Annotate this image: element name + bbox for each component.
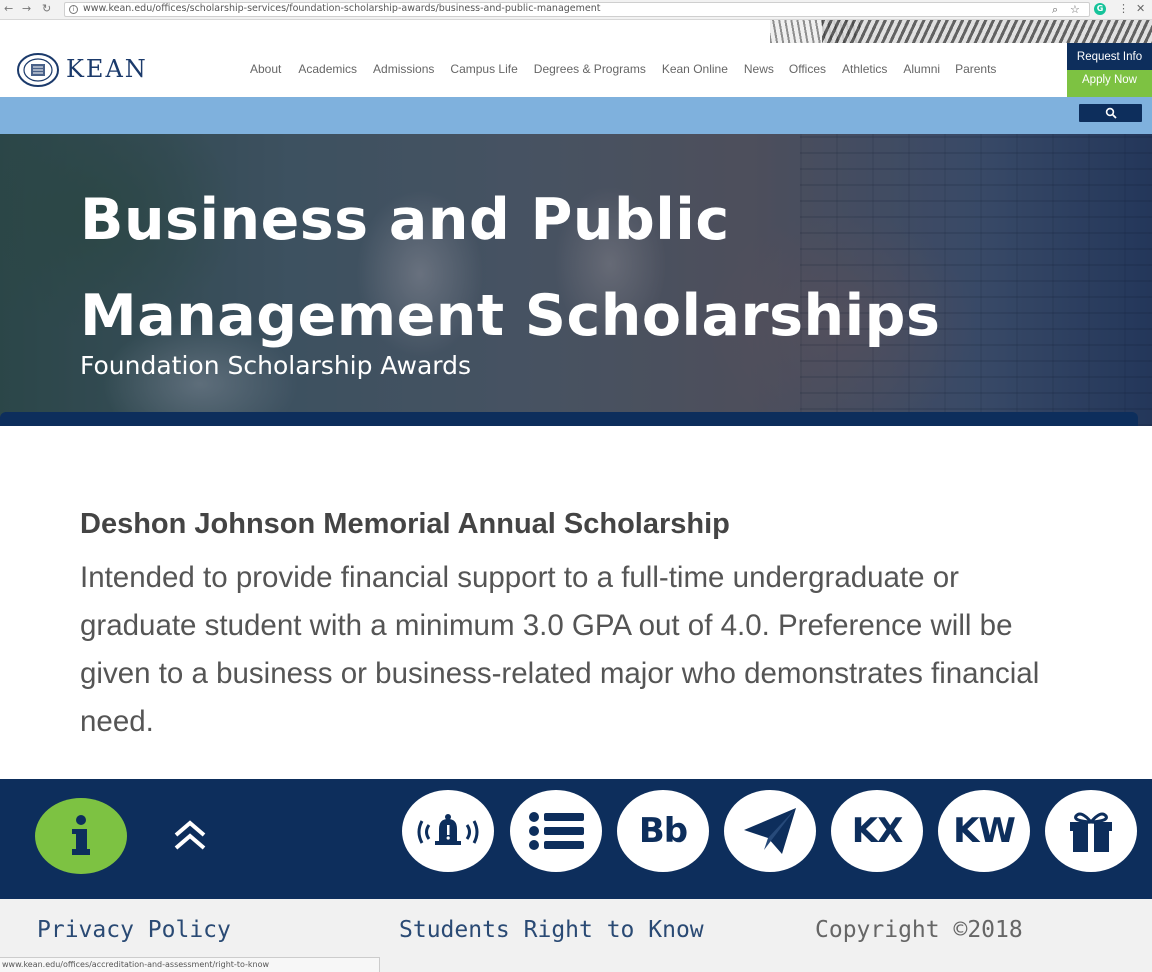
- nav-news[interactable]: News: [744, 62, 774, 76]
- nav-alumni[interactable]: Alumni: [903, 62, 940, 76]
- nav-offices[interactable]: Offices: [789, 62, 826, 76]
- bookmark-star-icon[interactable]: ☆: [1070, 3, 1080, 16]
- back-arrow-icon[interactable]: ←: [4, 2, 13, 15]
- request-info-button[interactable]: Request Info: [1067, 43, 1152, 70]
- nav-parents[interactable]: Parents: [955, 62, 996, 76]
- decorative-pattern: [822, 20, 1152, 43]
- copyright-text: Copyright ©2018: [815, 917, 1023, 943]
- gift-button[interactable]: [1045, 790, 1137, 872]
- page-subtitle: Foundation Scholarship Awards: [80, 351, 472, 380]
- browser-toolbar: ← → ↻ i www.kean.edu/offices/scholarship…: [0, 0, 1152, 20]
- status-bar-url: www.kean.edu/offices/accreditation-and-a…: [0, 957, 380, 972]
- scholarship-title: Deshon Johnson Memorial Annual Scholarsh…: [80, 508, 730, 540]
- address-url: www.kean.edu/offices/scholarship-service…: [83, 3, 601, 14]
- site-header: KEAN About Academics Admissions Campus L…: [0, 43, 1152, 97]
- nav-about[interactable]: About: [250, 62, 281, 76]
- kean-seal-icon[interactable]: [16, 53, 60, 87]
- nav-academics[interactable]: Academics: [298, 62, 357, 76]
- right-to-know-link[interactable]: Students Right to Know: [399, 917, 704, 943]
- back-to-top-icon[interactable]: [170, 818, 210, 852]
- kw-button[interactable]: KW: [938, 790, 1030, 872]
- site-info-icon[interactable]: i: [69, 5, 78, 14]
- alert-bell-icon: [417, 814, 479, 845]
- privacy-policy-link[interactable]: Privacy Policy: [37, 917, 231, 943]
- hero-bottom-bar: [0, 412, 1138, 426]
- menu-dots-icon[interactable]: ⋮: [1118, 2, 1129, 15]
- nav-admissions[interactable]: Admissions: [373, 62, 434, 76]
- search-strip: [0, 97, 1152, 134]
- main-navigation: About Academics Admissions Campus Life D…: [250, 62, 996, 76]
- forward-arrow-icon[interactable]: →: [22, 2, 31, 15]
- kw-icon: KW: [953, 811, 1016, 851]
- reload-icon[interactable]: ↻: [42, 2, 51, 15]
- nav-athletics[interactable]: Athletics: [842, 62, 887, 76]
- close-icon[interactable]: ✕: [1136, 2, 1145, 15]
- kx-icon: KX: [851, 811, 904, 851]
- search-button[interactable]: [1079, 104, 1142, 122]
- page-title: Business and Public Management Scholarsh…: [80, 187, 941, 349]
- apply-now-button[interactable]: Apply Now: [1067, 70, 1152, 97]
- nav-kean-online[interactable]: Kean Online: [662, 62, 728, 76]
- search-icon: [1105, 107, 1117, 119]
- nav-degrees-programs[interactable]: Degrees & Programs: [534, 62, 646, 76]
- zoom-icon[interactable]: ⌕: [1052, 3, 1058, 17]
- blackboard-button[interactable]: Bb: [617, 790, 709, 872]
- gift-icon: [1070, 812, 1112, 852]
- nav-campus-life[interactable]: Campus Life: [450, 62, 517, 76]
- scholarship-description: Intended to provide financial support to…: [80, 561, 1040, 738]
- address-bar[interactable]: i www.kean.edu/offices/scholarship-servi…: [64, 2, 1090, 17]
- blackboard-icon: Bb: [638, 811, 688, 851]
- logo-wordmark[interactable]: KEAN: [66, 55, 148, 83]
- list-icon: [529, 812, 584, 850]
- info-button[interactable]: [35, 798, 127, 874]
- alert-bell-button[interactable]: [402, 790, 494, 872]
- grammarly-extension-icon[interactable]: G: [1094, 3, 1106, 15]
- paper-plane-icon: [744, 808, 796, 854]
- kx-button[interactable]: KX: [831, 790, 923, 872]
- paper-plane-button[interactable]: [724, 790, 816, 872]
- list-button[interactable]: [510, 790, 602, 872]
- info-icon: [72, 815, 90, 855]
